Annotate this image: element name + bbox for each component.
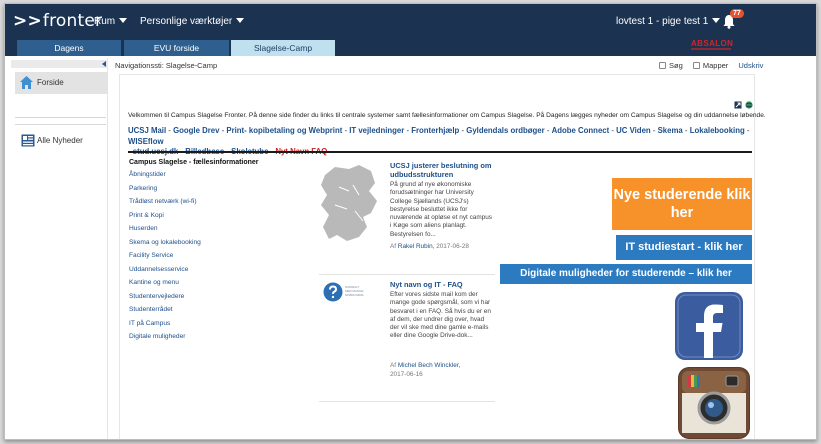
search-checkbox[interactable]: [659, 62, 666, 69]
link-lokalebooking[interactable]: Lokalebooking: [690, 126, 745, 135]
topbar: >>fronter Rum Personlige værktøjer lovte…: [5, 4, 816, 37]
menu-personlige[interactable]: Personlige værktøjer: [140, 16, 245, 27]
chevron-down-icon: [236, 18, 245, 23]
info-link[interactable]: Print & Kopi: [129, 212, 201, 226]
banner-digitale-muligheder[interactable]: Digitale muligheder for studerende – kli…: [500, 264, 752, 284]
menu-rum-label: Rum: [94, 16, 116, 27]
sidebar-divider: [15, 124, 106, 125]
info-link[interactable]: IT på Campus: [129, 320, 201, 334]
info-link[interactable]: Facility Service: [129, 252, 201, 266]
page-options: Søg Mapper Udskriv: [659, 61, 763, 70]
chevron-down-icon: [119, 18, 128, 23]
sidebar-item-alle-nyheder[interactable]: Alle Nyheder: [15, 133, 108, 151]
instagram-glyph: [679, 368, 749, 438]
link-skema[interactable]: Skema: [658, 126, 683, 135]
info-link[interactable]: Uddannelsesservice: [129, 266, 201, 280]
faq-thumb-caption: NORMALT MED MANGE SPØRGSMÅL: [345, 285, 365, 297]
welcome-text: Velkommen til Campus Slagelse Fronter. P…: [128, 112, 766, 119]
info-link[interactable]: Skema og lokalebooking: [129, 239, 201, 253]
search-toggle[interactable]: Søg: [659, 61, 683, 70]
info-link[interactable]: Åbningstider: [129, 171, 201, 185]
news-meta: Af Michel Bech Winckler,: [390, 362, 460, 369]
absalon-logo-tagline: [691, 48, 731, 50]
facebook-icon[interactable]: [675, 292, 743, 360]
print-link[interactable]: Udskriv: [738, 61, 763, 70]
sidebar-item-forside[interactable]: Forside: [15, 72, 108, 94]
news-item: NORMALT MED MANGE SPØRGSMÅL Nyt navn og …: [319, 280, 495, 400]
link-wiseflow[interactable]: WISEflow: [128, 137, 164, 146]
news-date: 2017-06-28: [436, 243, 469, 250]
chevron-down-icon: [712, 18, 721, 23]
menu-personlige-label: Personlige værktøjer: [140, 16, 233, 27]
info-link[interactable]: Kantine og menu: [129, 279, 201, 293]
link-ucsj-mail[interactable]: UCSJ Mail: [128, 126, 166, 135]
folders-toggle[interactable]: Mapper: [692, 61, 729, 70]
expand-icon[interactable]: [734, 101, 742, 109]
sidebar-collapse-bar[interactable]: [11, 60, 108, 68]
link-google-drev[interactable]: Google Drev: [173, 126, 219, 135]
news-item: UCSJ justerer beslutning om udbudsstrukt…: [319, 161, 495, 261]
question-icon: [323, 282, 343, 302]
tab-dagens[interactable]: Dagens: [17, 40, 121, 56]
user-name: lovtest 1 - pige test 1: [616, 16, 709, 27]
link-fronterhjaelp[interactable]: Fronterhjælp: [411, 126, 459, 135]
info-link[interactable]: Digitale muligheder: [129, 333, 201, 347]
window: >>fronter Rum Personlige værktøjer lovte…: [4, 3, 817, 440]
page-body: Velkommen til Campus Slagelse Fronter. P…: [119, 74, 766, 439]
news-body: På grund af nye økonomiske forudsætninge…: [390, 181, 492, 238]
sidebar-item-label: Forside: [37, 78, 64, 87]
left-sidebar: Forside Alle Nyheder: [9, 58, 108, 439]
news-title[interactable]: UCSJ justerer beslutning om udbudsstrukt…: [390, 161, 494, 179]
news-title[interactable]: Nyt navn og IT - FAQ: [390, 280, 494, 289]
section-title: Campus Slagelse - fællesinformationer: [129, 159, 259, 166]
news-divider: [319, 274, 495, 275]
link-gyldendal[interactable]: Gyldendals ordbøger: [466, 126, 544, 135]
news-author[interactable]: Michel Bech Winckler,: [398, 362, 461, 369]
info-link[interactable]: Trådløst netværk (wi-fi): [129, 198, 201, 212]
news-date: 2017-06-16: [390, 371, 423, 378]
globe-icon[interactable]: [745, 101, 753, 109]
sidebar-divider: [15, 117, 106, 118]
divider: [128, 151, 752, 153]
tab-evu-forside[interactable]: EVU forside: [124, 40, 229, 56]
folders-toggle-label: Mapper: [702, 61, 729, 70]
link-uc-viden[interactable]: UC Viden: [616, 126, 651, 135]
menu-rum[interactable]: Rum: [94, 16, 128, 27]
fronter-logo[interactable]: >>fronter: [13, 11, 102, 31]
facebook-glyph: [677, 294, 741, 358]
info-link-list: Åbningstider Parkering Trådløst netværk …: [129, 171, 201, 347]
news-by: Af: [390, 362, 397, 369]
link-adobe-connect[interactable]: Adobe Connect: [552, 126, 610, 135]
user-menu[interactable]: lovtest 1 - pige test 1: [616, 16, 721, 27]
absalon-logo: ABSALON: [691, 39, 734, 48]
news-icon: [21, 134, 35, 147]
collapse-arrow-icon[interactable]: [102, 61, 106, 67]
notification-badge: 77: [730, 9, 744, 18]
link-print[interactable]: Print- kopibetaling og Webprint: [226, 126, 342, 135]
news-divider: [319, 401, 495, 402]
banner-it-studiestart[interactable]: IT studiestart - klik her: [616, 235, 752, 260]
news-by: Af: [390, 243, 397, 250]
news-meta: Af Rakel Rubin, 2017-06-28: [390, 243, 469, 250]
info-link[interactable]: Studenterrådet: [129, 306, 201, 320]
instagram-icon[interactable]: [678, 367, 750, 439]
info-link[interactable]: Studentervejledere: [129, 293, 201, 307]
main-content: Navigationssti: Slagelse-Camp Søg Mapper…: [115, 58, 816, 439]
sidebar-item-label: Alle Nyheder: [37, 136, 83, 145]
tab-slagelse-camp[interactable]: Slagelse-Camp: [231, 40, 335, 56]
folders-checkbox[interactable]: [692, 62, 700, 69]
news-thumbnail-faq[interactable]: NORMALT MED MANGE SPØRGSMÅL: [323, 282, 364, 314]
home-icon: [20, 76, 33, 89]
news-author[interactable]: Rakel Rubin,: [398, 243, 435, 250]
tab-bar: Dagens EVU forside Slagelse-Camp ABSALON: [5, 37, 816, 56]
news-body: Efter vores sidste mail kom der mange go…: [390, 291, 491, 340]
link-it-vejledninger[interactable]: IT vejledninger: [349, 126, 404, 135]
banner-nye-studerende[interactable]: Nye studerende klik her: [612, 178, 752, 230]
news-thumbnail-map[interactable]: [319, 161, 381, 249]
search-toggle-label: Søg: [669, 61, 683, 70]
info-link[interactable]: Huserden: [129, 225, 201, 239]
info-link[interactable]: Parkering: [129, 185, 201, 199]
